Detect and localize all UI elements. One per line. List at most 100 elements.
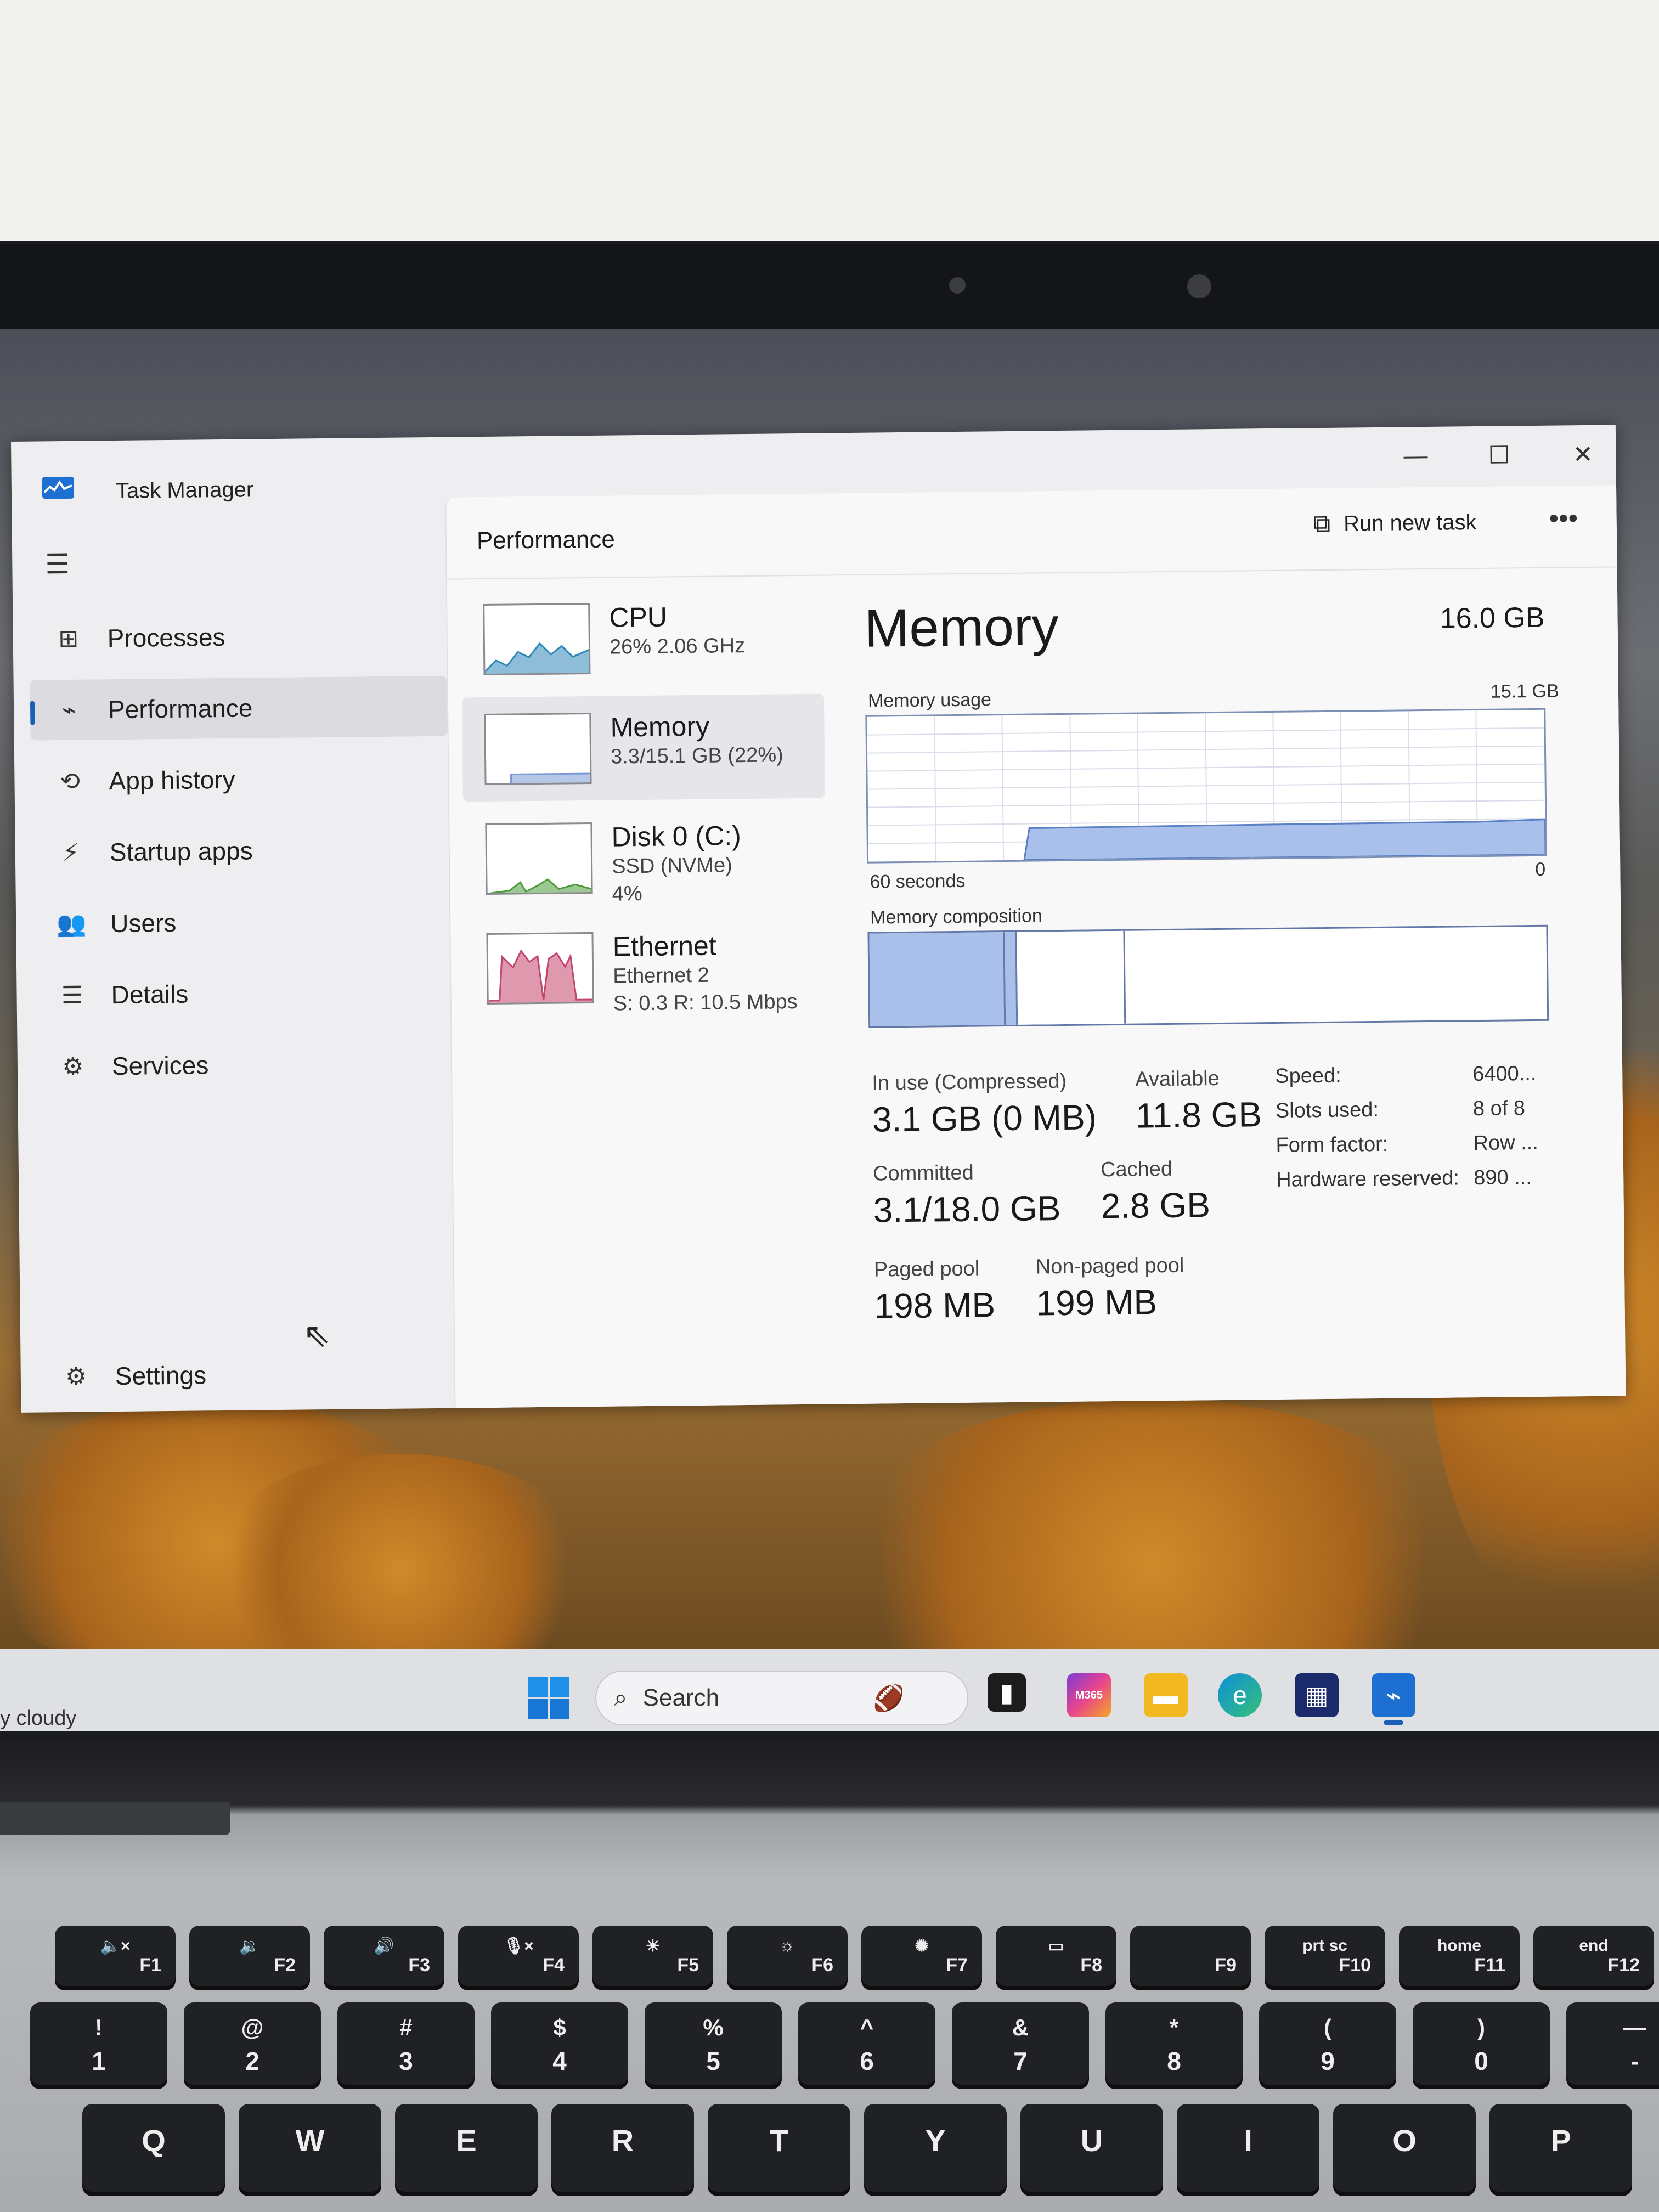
key-shift-label: ^ <box>860 2015 874 2040</box>
device-item-memory[interactable]: Memory 3.3/15.1 GB (22%) <box>461 693 825 802</box>
resource-title: Memory <box>864 596 1059 658</box>
key-shift-label: % <box>703 2015 724 2040</box>
key-0[interactable]: ) 0 <box>1413 2002 1550 2085</box>
key-f2[interactable]: 🔉 F2 <box>189 1926 310 1986</box>
key-f7[interactable]: ✺ F7 <box>861 1926 982 1986</box>
key-9[interactable]: (9 <box>1259 2002 1396 2085</box>
key-f6[interactable]: ☼ F6 <box>727 1926 848 1986</box>
key-fn-label: F10 <box>1339 1955 1371 1976</box>
graph-time-right: 0 <box>1535 859 1546 880</box>
details-icon: ☰ <box>61 981 83 1009</box>
sidebar-item-label: Startup apps <box>109 836 253 867</box>
store-icon[interactable]: ▦ <box>1295 1673 1339 1717</box>
device-name: CPU <box>609 601 668 633</box>
key-p[interactable]: P <box>1489 2104 1632 2192</box>
taskbar: y cloudy ⌕ Search 🏈 ▮ M365 ▬ e ▦ ⌁ <box>0 1649 1659 1731</box>
memory-usage-label: Memory usage <box>867 689 992 712</box>
task-manager-window: Task Manager — ☐ ✕ ☰ ⊞ Processes ⌁ Performa… <box>11 425 1626 1413</box>
key-w[interactable]: W <box>239 2104 381 2192</box>
key-shift-label: ! <box>95 2015 103 2040</box>
maximize-button[interactable]: ☐ <box>1469 436 1530 475</box>
device-item-cpu[interactable]: CPU 26% 2.06 GHz <box>461 584 824 692</box>
terminal-icon[interactable]: ▮ <box>988 1673 1026 1712</box>
close-button[interactable]: ✕ <box>1553 435 1613 473</box>
memory-usage-max: 15.1 GB <box>1490 680 1559 702</box>
key-o[interactable]: O <box>1333 2104 1476 2192</box>
minimize-button[interactable]: — <box>1385 437 1446 476</box>
key-i[interactable]: I <box>1177 2104 1319 2192</box>
key-label: 6 <box>860 2047 874 2075</box>
key-4[interactable]: $4 <box>491 2002 628 2085</box>
cached-value: 2.8 GB <box>1101 1185 1211 1226</box>
key-3[interactable]: #3 <box>337 2002 475 2085</box>
start-button[interactable] <box>527 1676 571 1720</box>
page-title: Performance <box>476 526 616 555</box>
key-7[interactable]: & 7 <box>952 2002 1089 2085</box>
laptop-keyboard-deck: 🔈× F1 🔉 F2 🔊 F3 🎙× F4 ☀ F5 ☼ F6 ✺ F7 ▭ F8 F9 prt sc F10 hom… <box>0 1739 1659 2212</box>
key-fn-label: F12 <box>1607 1955 1640 1976</box>
task-manager-app-icon <box>42 476 75 499</box>
key-5[interactable]: % 5 <box>645 2002 782 2085</box>
key-6[interactable]: ^ 6 <box>798 2002 935 2085</box>
key-f8[interactable]: ▭ F8 <box>996 1926 1116 1986</box>
device-detail-1: Ethernet 2 <box>613 963 709 988</box>
settings-icon: ⚙ <box>65 1363 87 1390</box>
sidebar-item-startup-apps[interactable]: ⚡ Startup apps <box>31 819 449 883</box>
key-fn-label: F1 <box>139 1955 161 1976</box>
run-new-task-label: Run new task <box>1343 510 1477 536</box>
key-label: Y <box>925 2123 946 2158</box>
key-e[interactable]: E <box>395 2104 538 2192</box>
sidebar-item-services[interactable]: ⚙ Services <box>33 1032 451 1097</box>
sidebar-item-details[interactable]: ☰ Details <box>33 961 450 1026</box>
key-glyph: end <box>1579 1937 1609 1955</box>
key-f10[interactable]: prt sc F10 <box>1265 1926 1385 1986</box>
device-name: Ethernet <box>612 930 716 962</box>
settings-nav-item[interactable]: ⚙ Settings <box>37 1342 454 1407</box>
available-label: Available <box>1135 1066 1220 1091</box>
device-detail-1: 3.3/15.1 GB (22%) <box>610 743 784 769</box>
sidebar-item-performance[interactable]: ⌁ Performance <box>30 675 448 741</box>
key-label: 2 <box>245 2047 259 2075</box>
m365-icon[interactable]: M365 <box>1067 1673 1111 1717</box>
sidebar-item-label: App history <box>109 765 235 795</box>
device-thumbnail-graph <box>485 822 593 895</box>
edge-icon[interactable]: e <box>1218 1673 1262 1717</box>
key-2[interactable]: @2 <box>184 2002 321 2085</box>
key-8[interactable]: * 8 <box>1105 2002 1243 2085</box>
key-shift-label: ( <box>1324 2015 1331 2040</box>
key-t[interactable]: T <box>708 2104 850 2192</box>
key-f3[interactable]: 🔊 F3 <box>324 1926 444 1986</box>
file-explorer-icon[interactable]: ▬ <box>1144 1673 1188 1717</box>
key--[interactable]: — - <box>1566 2002 1659 2085</box>
key-r[interactable]: R <box>551 2104 694 2192</box>
taskbar-search-box[interactable]: ⌕ Search 🏈 <box>595 1671 968 1725</box>
key-f4[interactable]: 🎙× F4 <box>458 1926 579 1986</box>
key-label: 7 <box>1013 2047 1028 2075</box>
device-item-disk[interactable]: Disk 0 (C:) SSD (NVMe) 4% <box>463 803 826 911</box>
key-f12[interactable]: end F12 <box>1533 1926 1654 1986</box>
key-f9[interactable]: F9 <box>1130 1926 1251 1986</box>
sidebar-item-users[interactable]: 👥 Users <box>32 890 450 955</box>
key-1[interactable]: ! 1 <box>30 2002 167 2085</box>
key-f11[interactable]: home F11 <box>1399 1926 1520 1986</box>
more-options-icon[interactable]: ••• <box>1549 502 1578 534</box>
hamburger-menu-icon[interactable]: ☰ <box>45 548 70 580</box>
sidebar-item-app-history[interactable]: ⟲ App history <box>31 747 448 812</box>
weather-widget-text[interactable]: y cloudy <box>0 1707 76 1730</box>
cached-label: Cached <box>1100 1157 1173 1182</box>
key-f1[interactable]: 🔈× F1 <box>55 1926 176 1986</box>
sidebar-item-processes[interactable]: ⊞ Processes <box>29 605 447 669</box>
memory-usage-area <box>1023 819 1547 861</box>
task-manager-icon[interactable]: ⌁ <box>1372 1673 1415 1725</box>
key-fn-label: F8 <box>1080 1955 1102 1976</box>
key-q[interactable]: Q <box>82 2104 225 2192</box>
hardware-info: Speed: 6400... Slots used: 8 of 8 Form facto… <box>864 576 1577 1192</box>
key-fn-label: F3 <box>408 1955 430 1976</box>
key-f5[interactable]: ☀ F5 <box>592 1926 713 1986</box>
committed-label: Committed <box>872 1161 974 1186</box>
run-new-task-button[interactable]: ⧉ Run new task <box>1313 509 1476 538</box>
key-y[interactable]: Y <box>864 2104 1007 2192</box>
device-item-ethernet[interactable]: Ethernet Ethernet 2 S: 0.3 R: 10.5 Mbps <box>464 913 827 1021</box>
key-u[interactable]: U <box>1020 2104 1163 2192</box>
device-detail-2: S: 0.3 R: 10.5 Mbps <box>613 990 798 1015</box>
